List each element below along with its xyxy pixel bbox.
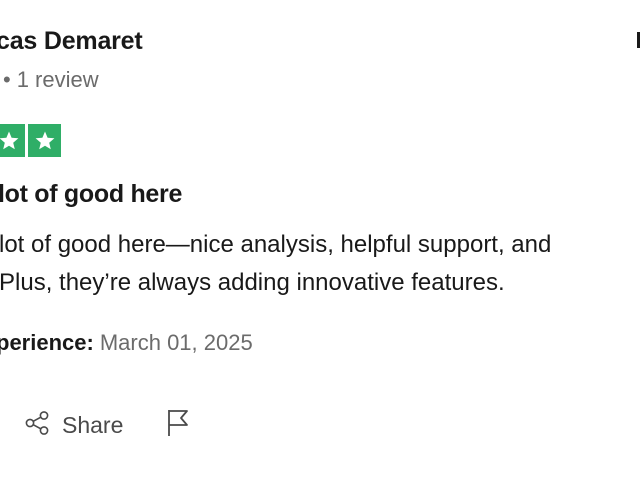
review-count: 1 review bbox=[16, 67, 99, 92]
share-label: Share bbox=[62, 412, 124, 438]
experience-label: perience: bbox=[0, 330, 94, 355]
experience-date: March 01, 2025 bbox=[99, 330, 253, 355]
reviewer-name[interactable]: cas Demaret bbox=[0, 27, 143, 56]
meta-separator: • bbox=[3, 67, 11, 92]
review-title[interactable]: lot of good here bbox=[0, 180, 182, 209]
review-actions: Share bbox=[24, 408, 191, 443]
review-body: lot of good here—nice analysis, helpful … bbox=[0, 226, 640, 302]
review-body-line: lot of good here—nice analysis, helpful … bbox=[0, 231, 552, 258]
star-rating bbox=[0, 124, 61, 157]
date-of-experience: perience: March 01, 2025 bbox=[0, 330, 253, 356]
share-icon bbox=[24, 410, 50, 441]
flag-icon bbox=[165, 408, 191, 443]
report-button[interactable] bbox=[165, 408, 191, 443]
reviewer-meta: • 1 review bbox=[3, 67, 99, 93]
review-body-line: Plus, they’re always adding innovative f… bbox=[0, 269, 505, 296]
star-icon bbox=[0, 124, 25, 157]
star-icon bbox=[28, 124, 61, 157]
share-button[interactable]: Share bbox=[24, 410, 123, 441]
review-card: cas Demaret • 1 review lot of good here l… bbox=[0, 0, 640, 480]
